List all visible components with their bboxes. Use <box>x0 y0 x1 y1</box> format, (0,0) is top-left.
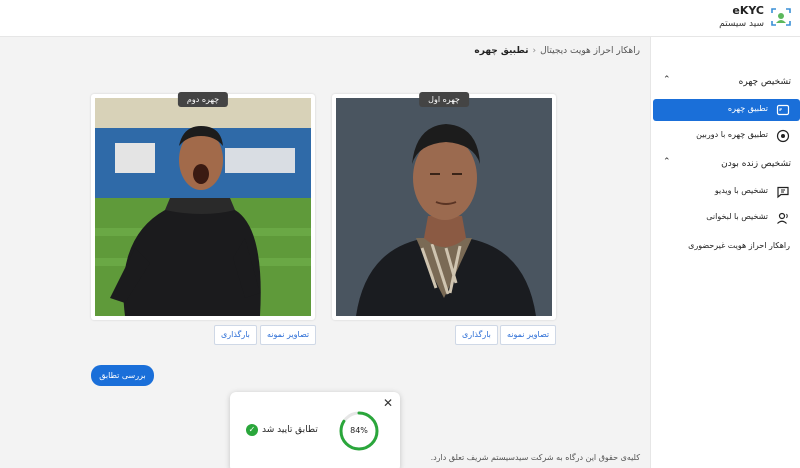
second-face-card: چهره دوم <box>91 92 315 320</box>
first-face-card: چهره اول <box>332 92 556 320</box>
match-result-popup: ✕ 84% تطابق تایید شد ✓ <box>230 392 400 468</box>
match-status: تطابق تایید شد ✓ <box>246 424 318 436</box>
brand: eKYC سید سیستم <box>719 4 764 31</box>
sidebar-item-face-match[interactable]: تطبیق چهره <box>653 99 800 121</box>
sidebar-item-remote-kyc[interactable]: راهکار احراز هویت غیرحضوری <box>688 241 790 250</box>
close-icon[interactable]: ✕ <box>383 396 393 410</box>
second-face-samples-button[interactable]: تصاویر نمونه <box>260 325 317 345</box>
image-frame-icon <box>776 104 790 116</box>
first-face-samples-button[interactable]: تصاویر نمونه <box>500 325 557 345</box>
top-header: eKYC سید سیستم <box>0 0 800 37</box>
first-face-tag: چهره اول <box>419 92 469 107</box>
sidebar-section-label: تشخیص زنده بودن <box>721 159 791 169</box>
sidebar-item-label: تشخیص با ویدیو <box>714 186 768 195</box>
copyright-text: کلیه‌ی حقوق این درگاه به شرکت سیدسیستم ش… <box>430 453 640 462</box>
sidebar: تشخیص چهره ⌃ تطبیق چهره تطبیق چهره با دو… <box>650 37 800 468</box>
chevron-up-icon: ⌃ <box>663 157 671 167</box>
second-face-tag: چهره دوم <box>177 92 229 107</box>
sidebar-item-label: تطبیق چهره <box>727 104 768 113</box>
breadcrumb: راهکار احراز هویت دیجیتال‹تطبیق چهره <box>474 46 640 56</box>
check-circle-icon: ✓ <box>246 424 258 436</box>
chevron-up-icon: ⌃ <box>663 75 671 85</box>
breadcrumb-separator: ‹ <box>532 46 537 56</box>
sidebar-item-label: تشخیص با لبخوانی <box>706 212 768 221</box>
match-status-text: تطابق تایید شد <box>262 425 318 435</box>
ekyc-logo-icon <box>771 8 791 26</box>
second-face-photo <box>95 98 311 316</box>
camera-lens-icon <box>776 129 790 143</box>
first-face-photo <box>336 98 552 316</box>
sidebar-item-camera-match[interactable]: تطبیق چهره با دوربین <box>653 125 800 147</box>
check-match-button[interactable]: بررسی تطابق <box>91 365 154 386</box>
first-face-upload-button[interactable]: بارگذاری <box>455 325 498 345</box>
breadcrumb-current: تطبیق چهره <box>474 46 529 56</box>
sidebar-item-lipreading-liveness[interactable]: تشخیص با لبخوانی <box>653 207 800 229</box>
brand-subtitle: سید سیستم <box>719 19 764 29</box>
second-face-upload-button[interactable]: بارگذاری <box>214 325 257 345</box>
speaking-person-icon <box>777 212 788 224</box>
sidebar-item-video-liveness[interactable]: تشخیص با ویدیو <box>653 181 800 203</box>
match-score-label: 84% <box>350 426 368 435</box>
sidebar-section-label: تشخیص چهره <box>738 77 791 87</box>
brand-title: eKYC <box>732 4 764 17</box>
sidebar-item-label: تطبیق چهره با دوربین <box>696 130 768 139</box>
sidebar-section-face-detection[interactable]: تشخیص چهره ⌃ <box>651 73 800 93</box>
video-chat-icon <box>777 186 789 199</box>
sidebar-section-liveness[interactable]: تشخیص زنده بودن ⌃ <box>651 155 800 175</box>
breadcrumb-parent[interactable]: راهکار احراز هویت دیجیتال <box>540 46 640 56</box>
